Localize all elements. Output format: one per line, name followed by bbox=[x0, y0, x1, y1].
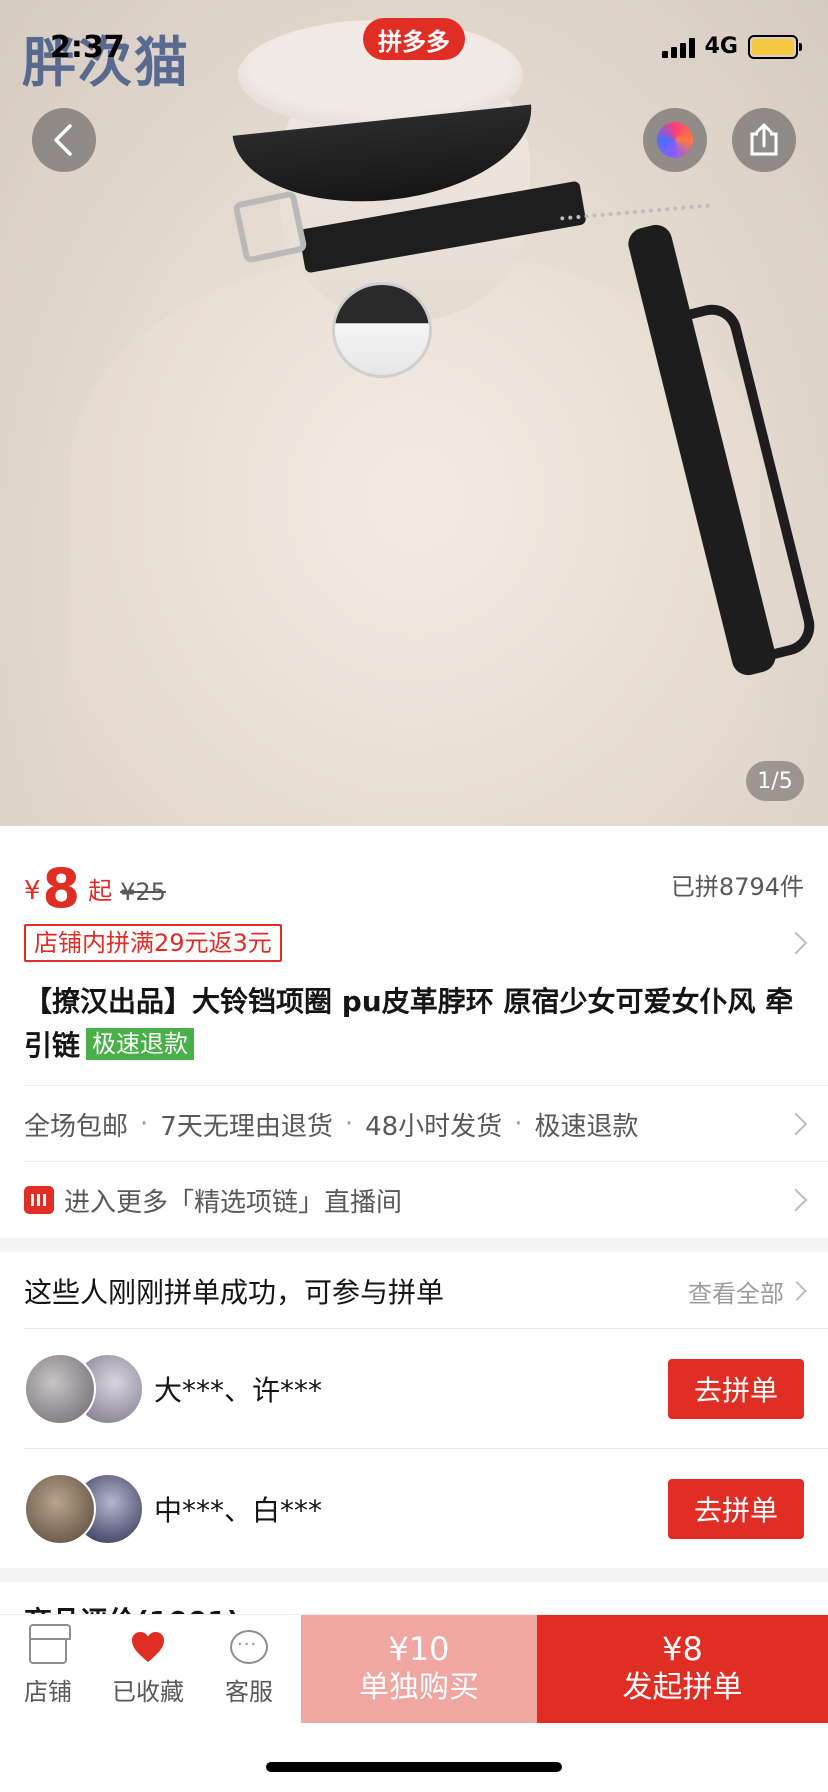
heart-icon bbox=[132, 1632, 164, 1662]
divider bbox=[24, 1448, 828, 1449]
join-group-button[interactable]: 去拼单 bbox=[668, 1479, 804, 1539]
buy-alone-label: 单独购买 bbox=[359, 1670, 479, 1705]
join-group-button[interactable]: 去拼单 bbox=[668, 1359, 804, 1419]
favorite-label: 已收藏 bbox=[112, 1678, 184, 1706]
service-dot: · bbox=[140, 1109, 149, 1139]
group-buy-header: 这些人刚刚拼单成功，可参与拼单 查看全部 bbox=[24, 1254, 807, 1328]
avatar bbox=[24, 1473, 96, 1545]
promo-tag: 店铺内拼满29元返3元 bbox=[24, 924, 282, 962]
price-currency: ¥ bbox=[24, 876, 41, 906]
start-group-label: 发起拼单 bbox=[622, 1670, 743, 1705]
product-title: 【撩汉出品】大铃铛项圈 pu皮革脖环 原宿少女可爱女仆风 牵引链 极速退款 bbox=[24, 980, 804, 1068]
home-indicator[interactable] bbox=[266, 1762, 562, 1772]
buy-alone-button[interactable]: ¥10 单独购买 bbox=[301, 1615, 537, 1723]
service-row[interactable]: 全场包邮 · 7天无理由退货 · 48小时发货 · 极速退款 bbox=[24, 1086, 808, 1162]
back-arrow-icon bbox=[54, 124, 72, 156]
customer-service-tab[interactable]: 客服 bbox=[200, 1615, 298, 1722]
product-image[interactable] bbox=[0, 0, 828, 826]
price-row: ¥ 8 起 ¥25 已拼8794件 bbox=[24, 850, 804, 916]
chevron-right-icon bbox=[784, 931, 808, 955]
service-label: 客服 bbox=[225, 1678, 273, 1706]
price-value: 8 bbox=[42, 857, 81, 920]
battery-icon bbox=[748, 34, 802, 59]
chat-icon bbox=[230, 1630, 268, 1664]
collar-buckle bbox=[232, 190, 308, 264]
chevron-right-icon bbox=[784, 1188, 808, 1212]
network-type: 4G bbox=[704, 34, 738, 59]
divider bbox=[24, 1328, 828, 1329]
start-group-price: ¥8 bbox=[662, 1630, 703, 1668]
service-dot: · bbox=[514, 1109, 523, 1139]
collar-bell bbox=[332, 282, 432, 378]
promo-row[interactable]: 店铺内拼满29元返3元 bbox=[24, 924, 808, 962]
store-icon bbox=[29, 1624, 71, 1664]
store-tab[interactable]: 店铺 bbox=[0, 1615, 96, 1722]
bottom-action-bar: 店铺 已收藏 客服 ¥10 单独购买 ¥8 发起拼单 bbox=[0, 1614, 828, 1723]
service-item: 全场包邮 bbox=[24, 1111, 129, 1142]
buy-alone-price: ¥10 bbox=[388, 1630, 450, 1668]
share-button[interactable] bbox=[732, 108, 796, 172]
original-price: ¥25 bbox=[120, 878, 166, 906]
service-dot: · bbox=[344, 1109, 354, 1139]
pdd-orb-icon bbox=[657, 122, 693, 158]
pdd-orb-button[interactable] bbox=[643, 108, 707, 172]
service-item: 48小时发货 bbox=[365, 1111, 503, 1142]
live-room-label: 进入更多「精选项链」直播间 bbox=[64, 1187, 403, 1218]
group-member-names: 大***、许*** bbox=[154, 1374, 323, 1407]
chevron-right-icon bbox=[784, 1112, 808, 1136]
service-item: 7天无理由退货 bbox=[160, 1111, 333, 1142]
store-label: 店铺 bbox=[24, 1678, 72, 1706]
status-indicators: 4G bbox=[661, 34, 802, 59]
avatar-group bbox=[24, 1353, 144, 1425]
image-counter: 1/5 bbox=[746, 761, 804, 801]
start-group-button[interactable]: ¥8 发起拼单 bbox=[537, 1615, 828, 1723]
group-member-names: 中***、白*** bbox=[154, 1494, 323, 1527]
avatar-group bbox=[24, 1473, 144, 1545]
live-icon bbox=[24, 1186, 54, 1214]
section-divider bbox=[0, 1238, 828, 1252]
section-divider bbox=[0, 1568, 828, 1582]
avatar bbox=[24, 1353, 96, 1425]
signal-icon bbox=[661, 36, 695, 58]
favorite-tab[interactable]: 已收藏 bbox=[96, 1615, 200, 1722]
fast-refund-tag: 极速退款 bbox=[86, 1028, 195, 1060]
service-item: 极速退款 bbox=[534, 1111, 639, 1142]
share-icon bbox=[750, 123, 778, 156]
sold-count: 已拼8794件 bbox=[670, 873, 804, 901]
group-buy-item: 大***、许*** 去拼单 bbox=[24, 1330, 804, 1448]
group-buy-item: 中***、白*** 去拼单 bbox=[24, 1450, 804, 1568]
status-time: 2:37 bbox=[50, 30, 125, 65]
back-button[interactable] bbox=[32, 108, 96, 172]
see-all-link[interactable]: 查看全部 bbox=[688, 1274, 784, 1309]
chevron-right-icon bbox=[787, 1281, 807, 1301]
price-suffix: 起 bbox=[88, 877, 113, 905]
pinduoduo-badge: 拼多多 bbox=[363, 18, 465, 60]
live-room-row[interactable]: 进入更多「精选项链」直播间 bbox=[24, 1162, 808, 1238]
group-buy-title: 这些人刚刚拼单成功，可参与拼单 bbox=[24, 1276, 445, 1309]
